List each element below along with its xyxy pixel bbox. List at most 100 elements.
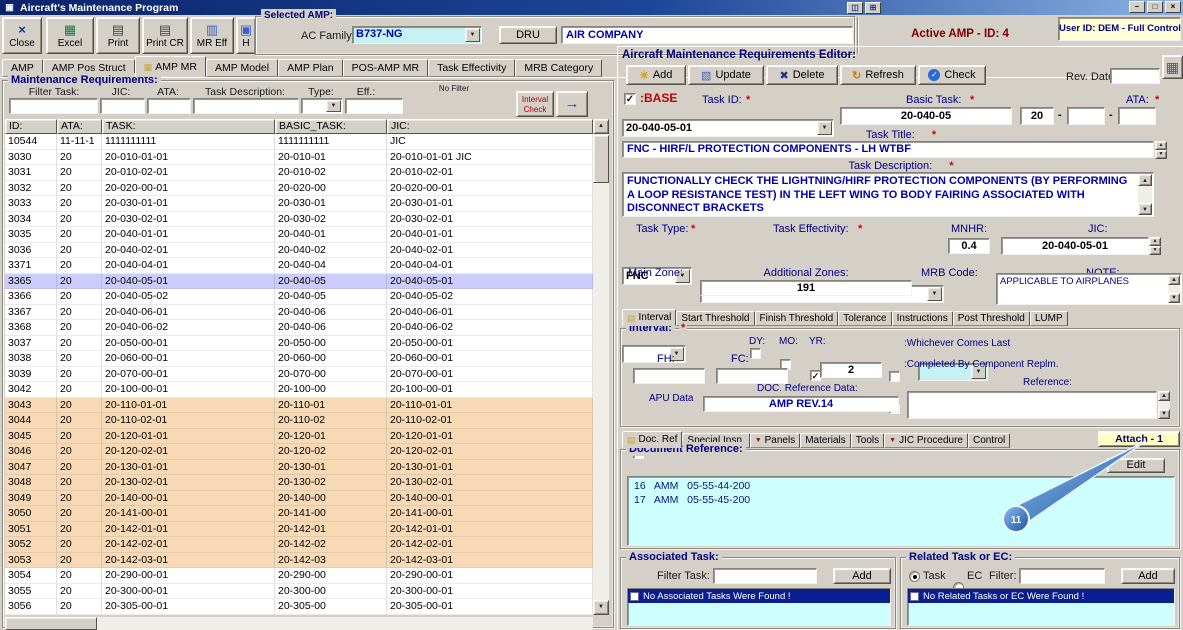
edit-button[interactable]: Edit — [1107, 458, 1165, 473]
associated-task-list[interactable]: No Associated Tasks Were Found ! — [627, 588, 891, 626]
tab-amp-mr[interactable]: ▦ AMP MR — [135, 56, 206, 77]
print-cr-button[interactable]: ▤ Print CR — [142, 17, 188, 54]
scroll-up-icon[interactable]: ▲ — [1168, 275, 1180, 285]
doc-ref-item[interactable]: 16 AMM 05-55-44-200 — [628, 479, 1174, 493]
fc-field[interactable] — [716, 368, 788, 384]
dru-button[interactable]: DRU — [499, 26, 557, 44]
apply-filter-button[interactable]: → — [556, 91, 588, 117]
chevron-down-icon[interactable]: ▼ — [465, 28, 480, 42]
delete-button[interactable]: ✖ Delete — [766, 65, 838, 85]
tab-amp-model[interactable]: AMP Model — [206, 59, 278, 77]
col-header-id[interactable]: ID: — [5, 119, 57, 134]
col-header-basic-task[interactable]: BASIC_TASK: — [275, 119, 387, 134]
add-button[interactable]: ✳ Add — [626, 65, 686, 85]
note-scrollbar[interactable]: ▲ ▼ — [1168, 275, 1180, 303]
interval-check-button[interactable]: Interval Check — [516, 91, 554, 117]
col-header-ata[interactable]: ATA: — [57, 119, 102, 134]
doc-ref-list[interactable]: 16 AMM 05-55-44-20017 AMM 05-55-45-200 — [627, 476, 1175, 546]
reference-box[interactable] — [907, 391, 1157, 419]
ac-family-select[interactable]: B737-NG ▼ — [352, 26, 482, 44]
ata-field-3[interactable] — [1118, 107, 1156, 125]
filter-jic-input[interactable] — [100, 98, 145, 114]
associated-add-button[interactable]: Add — [833, 568, 891, 584]
table-row[interactable]: 30452020-120-01-0120-120-0120-120-01-01 — [5, 429, 593, 445]
rev-date-field[interactable] — [1110, 68, 1160, 84]
table-row[interactable]: 30322020-020-00-0120-020-0020-020-00-01 — [5, 181, 593, 197]
table-row[interactable]: 30512020-142-01-0120-142-0120-142-01-01 — [5, 522, 593, 538]
table-row[interactable]: 30492020-140-00-0120-140-0020-140-00-01 — [5, 491, 593, 507]
table-row[interactable]: 33712020-040-04-0120-040-0420-040-04-01 — [5, 258, 593, 274]
table-row[interactable]: 30392020-070-00-0120-070-0020-070-00-01 — [5, 367, 593, 383]
table-row[interactable]: 30532020-142-03-0120-142-0320-142-03-01 — [5, 553, 593, 569]
table-row[interactable]: 30442020-110-02-0120-110-0220-110-02-01 — [5, 413, 593, 429]
tab-task-effectivity[interactable]: Task Effectivity — [428, 59, 515, 77]
table-row[interactable]: 30502020-141-00-0120-141-0020-141-00-01 — [5, 506, 593, 522]
doc-ref-data-field[interactable]: AMP REV.14 — [703, 396, 899, 412]
related-task-list[interactable]: No Related Tasks or EC Were Found ! — [907, 588, 1175, 626]
table-row[interactable]: 30372020-050-00-0120-050-0020-050-00-01 — [5, 336, 593, 352]
tab-lump[interactable]: LUMP — [1030, 311, 1068, 326]
table-row[interactable]: 33652020-040-05-0120-040-0520-040-05-01 — [5, 274, 593, 290]
tab-post-threshold[interactable]: Post Threshold — [953, 311, 1030, 326]
tab-materials[interactable]: Materials — [800, 433, 851, 448]
doc-ref-item[interactable]: 17 AMM 05-55-45-200 — [628, 493, 1174, 507]
task-radio[interactable] — [909, 571, 920, 582]
table-row[interactable]: 33682020-040-06-0220-040-0620-040-06-02 — [5, 320, 593, 336]
task-desc-box[interactable]: FUNCTIONALLY CHECK THE LIGHTNING/HIRF PR… — [622, 172, 1154, 217]
table-hscrollbar[interactable] — [5, 617, 593, 630]
table-row[interactable]: 30462020-120-02-0120-120-0220-120-02-01 — [5, 444, 593, 460]
scroll-down-icon[interactable]: ▼ — [1168, 293, 1180, 303]
tab-interval[interactable]: ▤ Interval — [622, 309, 676, 326]
table-row[interactable]: 30472020-130-01-0120-130-0120-130-01-01 — [5, 460, 593, 476]
col-header-jic[interactable]: JIC: — [387, 119, 593, 134]
close-button[interactable]: × Close — [2, 17, 42, 54]
table-row[interactable]: 30422020-100-00-0120-100-0020-100-00-01 — [5, 382, 593, 398]
table-row[interactable]: 30362020-040-02-0120-040-0220-040-02-01 — [5, 243, 593, 259]
chevron-down-icon[interactable]: ▼ — [927, 287, 942, 301]
note-box[interactable]: APPLICABLE TO AIRPLANES ▲ ▼ — [996, 273, 1182, 305]
spin-up-icon[interactable]: ▲ — [1155, 141, 1167, 150]
dy-checkbox[interactable] — [750, 348, 761, 359]
tab-finish-threshold[interactable]: Finish Threshold — [755, 311, 839, 326]
table-vscrollbar[interactable]: ▲ ▼ — [593, 119, 609, 615]
table-row[interactable]: 1054411-11-111111111111111111111JIC — [5, 134, 593, 150]
tab-control[interactable]: Control — [968, 433, 1010, 448]
ata-field-1[interactable]: 20 — [1020, 107, 1054, 125]
table-row[interactable]: 33672020-040-06-0120-040-0620-040-06-01 — [5, 305, 593, 321]
table-row[interactable]: 30382020-060-00-0120-060-0020-060-00-01 — [5, 351, 593, 367]
jic-spinner[interactable]: ▲ ▼ — [1149, 237, 1161, 255]
associated-filter-input[interactable] — [713, 568, 817, 584]
filter-task-input[interactable] — [9, 98, 98, 114]
mr-eff-button[interactable]: ▥ MR Eff — [190, 17, 234, 54]
related-add-button[interactable]: Add — [1121, 568, 1175, 584]
tab-amp-plan[interactable]: AMP Plan — [278, 59, 343, 77]
tab-start-threshold[interactable]: Start Threshold — [676, 311, 754, 326]
scroll-down-icon[interactable]: ▼ — [1158, 409, 1170, 419]
update-button[interactable]: ▧ Update — [688, 65, 764, 85]
check-button[interactable]: ✓ Check — [918, 65, 986, 85]
tab-mrb-category[interactable]: MRB Category — [515, 59, 602, 77]
yr-value-field[interactable]: 2 — [820, 362, 882, 378]
table-row[interactable]: 30542020-290-00-0120-290-0020-290-00-01 — [5, 568, 593, 584]
vscroll-thumb[interactable] — [593, 135, 609, 183]
scroll-up-icon[interactable]: ▲ — [1138, 174, 1152, 186]
spin-down-icon[interactable]: ▼ — [1149, 246, 1161, 255]
scroll-up-icon[interactable]: ▲ — [1158, 391, 1170, 401]
refresh-button[interactable]: ↻ Refresh — [840, 65, 916, 85]
layout-split-icon[interactable]: ◫ — [847, 2, 863, 14]
spin-down-icon[interactable]: ▼ — [1155, 150, 1167, 159]
table-row[interactable]: 30522020-142-02-0120-142-0220-142-02-01 — [5, 537, 593, 553]
fh-field[interactable] — [633, 368, 705, 384]
tab-jic-procedure[interactable]: ▼ JIC Procedure — [884, 433, 968, 448]
layout-tile-icon[interactable]: ⊞ — [865, 2, 881, 14]
table-row[interactable]: 30312020-010-02-0120-010-0220-010-02-01 — [5, 165, 593, 181]
close-window-button[interactable]: × — [1165, 1, 1181, 13]
spin-up-icon[interactable]: ▲ — [1149, 237, 1161, 246]
tab-doc-ref[interactable]: ▤ Doc. Ref — [622, 431, 682, 448]
filter-ata-input[interactable] — [147, 98, 191, 114]
jic-field[interactable]: 20-040-05-01 — [1001, 237, 1149, 255]
table-row[interactable]: 30432020-110-01-0120-110-0120-110-01-01 — [5, 398, 593, 414]
additional-zones-field[interactable]: 191 — [700, 280, 912, 296]
tab-instructions[interactable]: Instructions — [892, 311, 953, 326]
task-desc-scrollbar[interactable]: ▲ ▼ — [1138, 174, 1152, 215]
